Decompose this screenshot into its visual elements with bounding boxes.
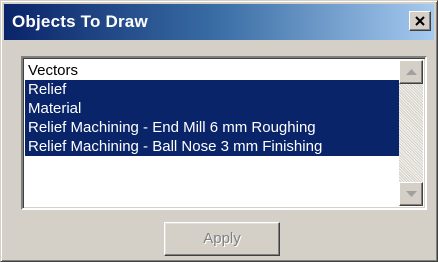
title-bar[interactable]: Objects To Draw — [4, 4, 434, 40]
dialog-title: Objects To Draw — [12, 12, 148, 31]
objects-list: Vectors Relief Material Relief Machining… — [25, 61, 401, 156]
list-item-material[interactable]: Material — [25, 99, 401, 118]
vertical-scrollbar[interactable] — [399, 60, 423, 206]
list-item-vectors[interactable]: Vectors — [25, 61, 401, 80]
scroll-up-button[interactable] — [399, 60, 423, 84]
list-item-ball-nose-finishing[interactable]: Relief Machining - Ball Nose 3 mm Finish… — [25, 137, 401, 156]
objects-listbox[interactable]: Vectors Relief Material Relief Machining… — [21, 56, 427, 210]
objects-to-draw-dialog: Objects To Draw Vectors Relief Material … — [0, 0, 438, 262]
arrow-up-icon — [406, 69, 417, 75]
apply-button[interactable]: Apply — [164, 222, 280, 256]
list-item-end-mill-roughing[interactable]: Relief Machining - End Mill 6 mm Roughin… — [25, 118, 401, 137]
arrow-down-icon — [406, 191, 417, 197]
list-item-relief[interactable]: Relief — [25, 80, 401, 99]
scroll-down-button[interactable] — [399, 182, 423, 206]
close-icon — [415, 16, 425, 26]
close-button[interactable] — [409, 11, 431, 31]
